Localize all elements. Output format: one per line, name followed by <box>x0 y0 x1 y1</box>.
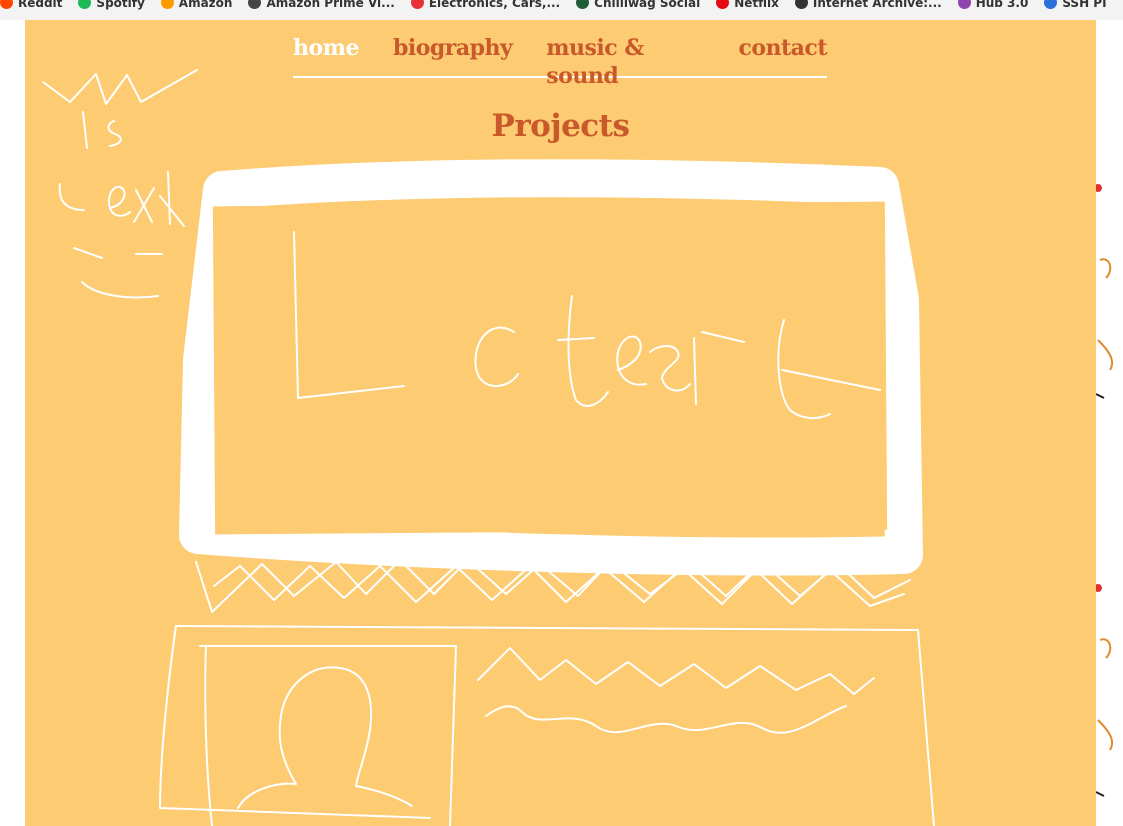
bookmark-label: Amazon Prime Vi... <box>266 0 395 10</box>
red-dot-top <box>1096 184 1102 192</box>
bookmark-item[interactable]: Chilliwag Social <box>576 0 700 10</box>
amazon-icon <box>160 0 174 9</box>
ebay-icon <box>410 0 424 9</box>
bookmark-item[interactable]: Spotify <box>78 0 145 10</box>
monitor-frame <box>179 159 923 576</box>
archive-icon <box>794 0 808 9</box>
red-dot-bottom <box>1096 584 1102 592</box>
globe-icon <box>248 0 262 9</box>
bookmark-label: Electronics, Cars,... <box>428 0 561 10</box>
side-creature-doodles <box>1096 184 1114 797</box>
bookmark-item[interactable]: Internet Archive:... <box>794 0 942 10</box>
bookmarks-bar: Reddit Spotify Amazon Amazon Prime Vi... Ele… <box>0 0 1123 21</box>
ssh-icon <box>1044 0 1058 9</box>
spotify-icon <box>78 0 92 9</box>
bookmark-label: Spotify <box>96 0 145 10</box>
bookmark-label: Chilliwag Social <box>594 0 701 10</box>
bookmarks-strip: Reddit Spotify Amazon Amazon Prime Vi... Ele… <box>0 0 1123 13</box>
page-canvas: home biography music & sound contact Pro… <box>25 20 1096 826</box>
bookmark-label: Netflix <box>734 0 779 10</box>
bookmark-item[interactable]: Netflix <box>716 0 779 10</box>
page-margin-left <box>0 20 25 826</box>
bookmark-label: Internet Archive:... <box>812 0 942 10</box>
hub-icon <box>957 0 971 9</box>
profile-card <box>159 625 935 826</box>
bookmark-item[interactable]: Electronics, Cars,... <box>410 0 561 10</box>
bookmark-label: Reddit <box>18 0 63 10</box>
bookmark-item[interactable]: Amazon <box>160 0 233 10</box>
reddit-icon <box>0 0 13 9</box>
netflix-icon <box>716 0 730 9</box>
social-icon <box>576 0 590 9</box>
bookmark-item[interactable]: Hub 3.0 <box>957 0 1029 10</box>
bookmark-item[interactable]: Amazon Prime Vi... <box>248 0 395 10</box>
bookmark-label: Hub 3.0 <box>975 0 1029 10</box>
bookmark-item[interactable]: SSH PI <box>1044 0 1107 10</box>
bookmark-item[interactable]: Reddit <box>0 0 62 10</box>
hand-drawn-sketch <box>42 69 935 826</box>
page-margin-right <box>1096 20 1123 826</box>
bookmark-label: SSH PI <box>1062 0 1107 10</box>
corner-doodle <box>42 69 198 299</box>
bookmark-label: Amazon <box>178 0 233 10</box>
